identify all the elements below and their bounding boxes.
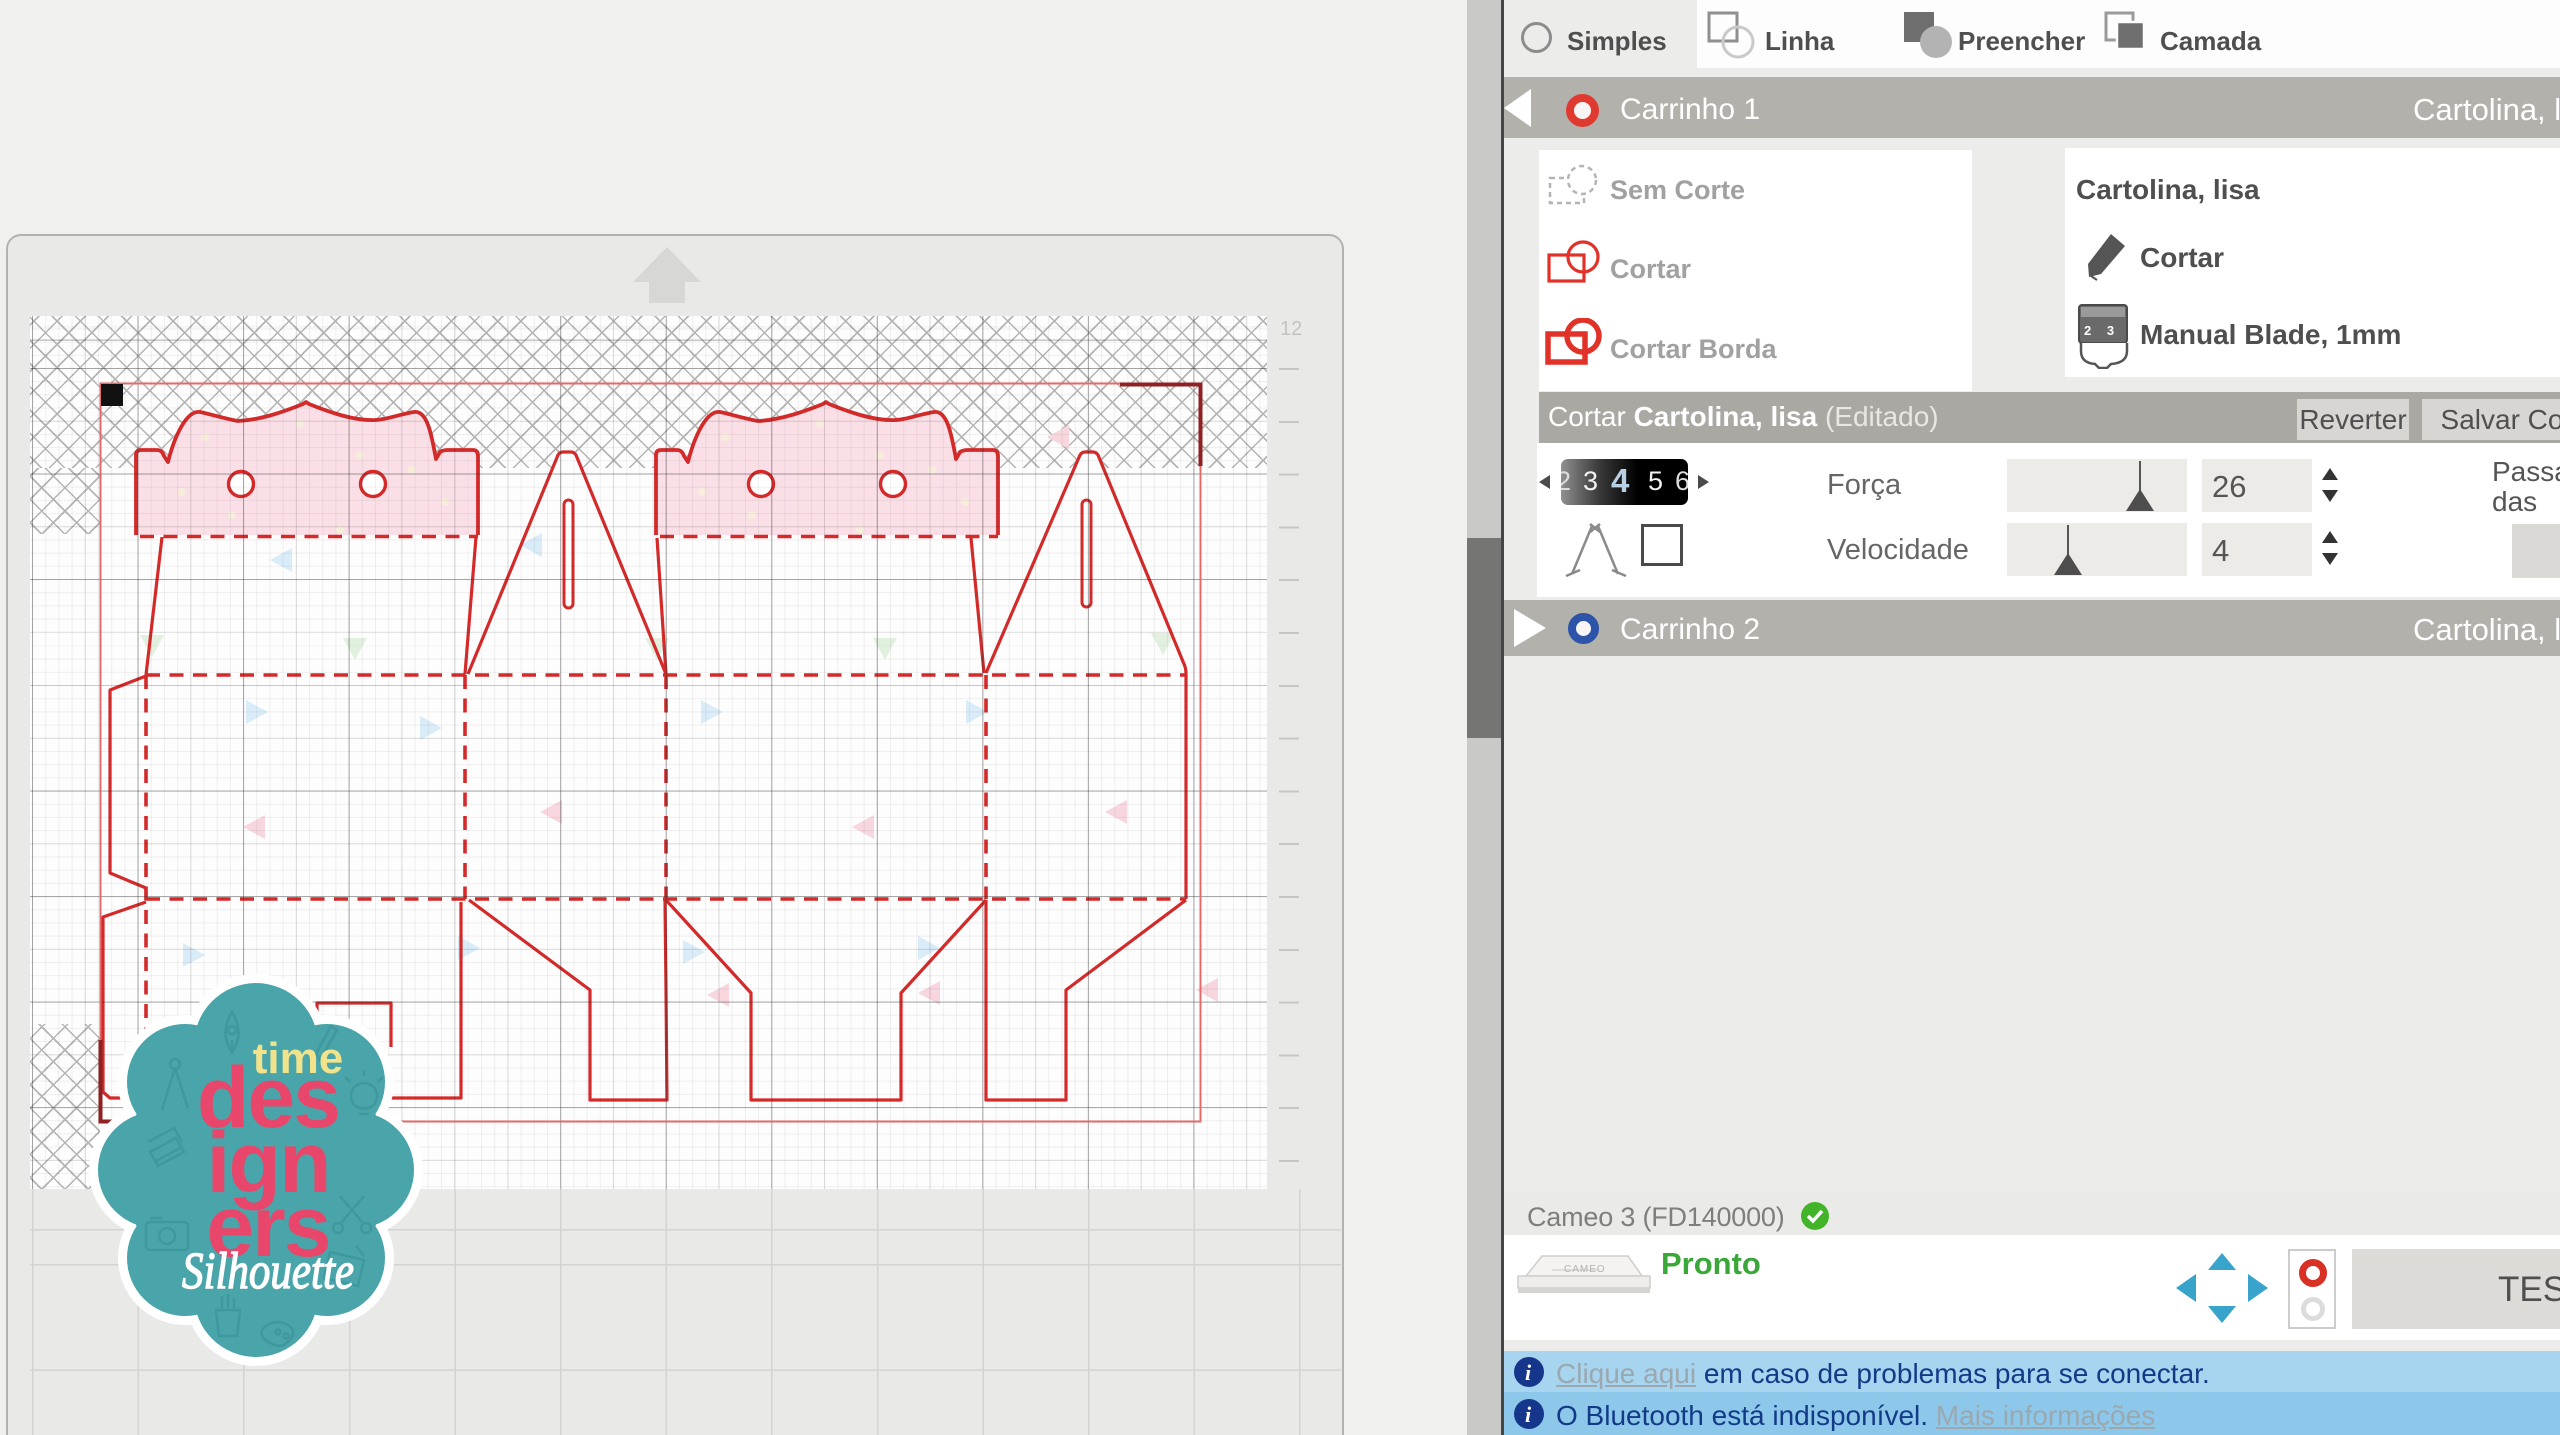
svg-text:i: i <box>1525 1360 1532 1385</box>
svg-text:CAMEO: CAMEO <box>1564 1264 1606 1275</box>
svg-text:2 3 4: 2 3 4 <box>2084 323 2131 338</box>
svg-text:Silhouette: Silhouette <box>182 1243 354 1300</box>
svg-text:i: i <box>1525 1402 1532 1427</box>
